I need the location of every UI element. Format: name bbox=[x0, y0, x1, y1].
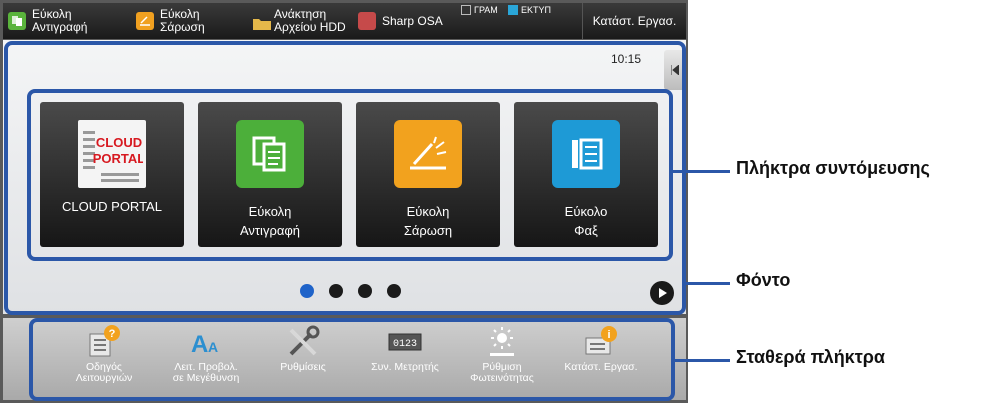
topbar-hdd-retrieve-button[interactable]: Ανάκτηση Αρχείου HDD bbox=[253, 6, 346, 36]
indicator-box bbox=[461, 5, 471, 15]
topbar-label-line1: Εύκολη bbox=[32, 7, 72, 21]
top-bar: Εύκολη Αντιγραφή Εύκολη Σάρωση Ανάκτηση Αρχ… bbox=[3, 3, 686, 39]
callout-shortcut-keys: Πλήκτρα συντόμευσης bbox=[736, 158, 930, 178]
topbar-label: Sharp OSA bbox=[382, 13, 443, 28]
topbar-label-line2: Σάρωση bbox=[160, 20, 205, 34]
fixed-keys-highlight bbox=[29, 318, 675, 401]
indicator-label: ΕΚΤΥΠ bbox=[521, 5, 552, 15]
callout-connector bbox=[673, 170, 730, 173]
topbar-label-line2: Αντιγραφή bbox=[32, 20, 88, 34]
print-indicator-gram: ΓΡΑΜ bbox=[461, 5, 498, 15]
indicator-label: ΓΡΑΜ bbox=[474, 5, 498, 15]
folder-icon bbox=[253, 12, 271, 30]
topbar-sharp-osa-button[interactable]: Sharp OSA bbox=[358, 6, 443, 36]
easy-copy-icon bbox=[8, 12, 26, 30]
topbar-easy-scan-button[interactable]: Εύκολη Σάρωση bbox=[136, 6, 205, 36]
topbar-label-line1: Εύκολη bbox=[160, 7, 200, 21]
sharp-osa-icon bbox=[358, 12, 376, 30]
job-status-button[interactable]: Κατάστ. Εργασ. bbox=[582, 3, 686, 39]
callout-fixed-keys: Σταθερά πλήκτρα bbox=[736, 347, 885, 367]
topbar-easy-copy-button[interactable]: Εύκολη Αντιγραφή bbox=[8, 6, 87, 36]
callout-background: Φόντο bbox=[736, 270, 791, 290]
callout-connector bbox=[675, 359, 730, 362]
print-indicator-print: ΕΚΤΥΠ bbox=[508, 5, 551, 15]
indicator-box bbox=[508, 5, 518, 15]
easy-scan-icon bbox=[136, 12, 154, 30]
callout-connector bbox=[686, 282, 730, 285]
shortcut-keys-highlight bbox=[27, 89, 673, 261]
topbar-label-line1: Ανάκτηση bbox=[274, 7, 327, 21]
topbar-label-line2: Αρχείου HDD bbox=[274, 20, 346, 34]
